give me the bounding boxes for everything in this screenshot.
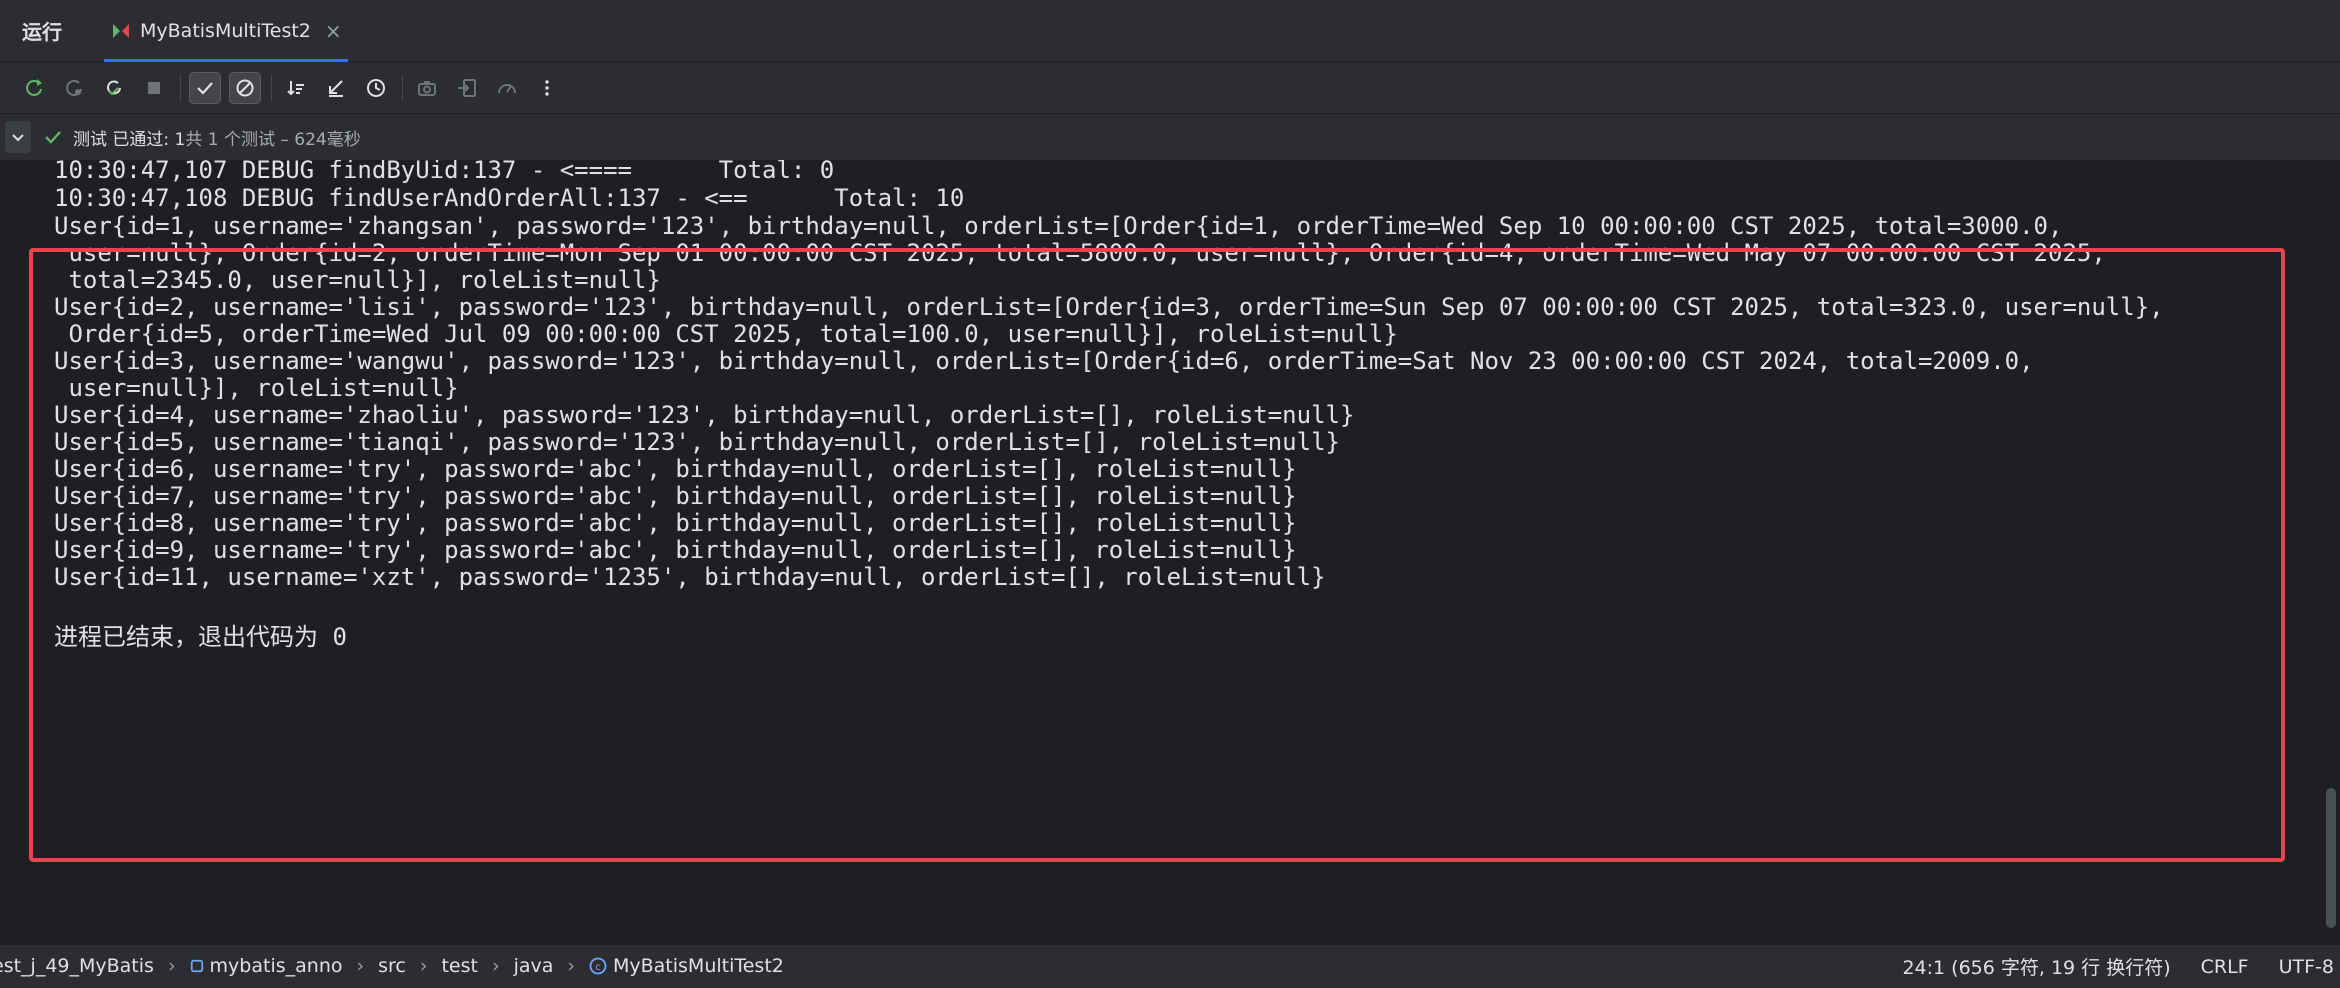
- status-bar-right: 24:1 (656 字符, 19 行 换行符) CRLF UTF-8: [1872, 945, 2340, 988]
- toggle-auto-test-button[interactable]: [98, 72, 130, 104]
- console-output[interactable]: 10:30:47,107 DEBUG findByUid:137 - <====…: [0, 160, 2340, 944]
- class-icon: c: [589, 957, 607, 975]
- rerun-failed-icon: [66, 79, 82, 96]
- check-icon: [197, 81, 213, 95]
- test-status-row: 测试 已通过: 1共 1 个测试 – 624毫秒: [0, 114, 2340, 160]
- rerun-icon: [26, 78, 42, 96]
- breadcrumb-item[interactable]: mybatis_anno: [190, 955, 343, 977]
- cursor-position[interactable]: 24:1 (656 字符, 19 行 换行符): [1902, 953, 2170, 980]
- passed-check-icon: [45, 131, 61, 144]
- import-tests-button[interactable]: [451, 72, 483, 104]
- breadcrumb-label: est_j_49_MyBatis: [0, 955, 154, 977]
- clock-icon: [367, 78, 385, 97]
- file-encoding[interactable]: UTF-8: [2279, 956, 2334, 978]
- rerun-button[interactable]: [18, 72, 50, 104]
- show-passed-toggle[interactable]: [189, 71, 221, 104]
- screenshot-button[interactable]: [411, 72, 443, 104]
- import-icon: [458, 78, 476, 97]
- more-options-button[interactable]: [531, 72, 563, 104]
- breadcrumb-separator: ›: [419, 955, 428, 977]
- collapse-all-button[interactable]: [320, 72, 352, 104]
- collapse-icon: [329, 79, 343, 97]
- tool-window-header: 运行 MyBatisMultiTest2 ×: [0, 0, 2340, 62]
- test-history-button[interactable]: [360, 72, 392, 104]
- svg-text:c: c: [595, 962, 601, 973]
- breadcrumb-label: mybatis_anno: [209, 955, 343, 977]
- tool-window-title[interactable]: 运行: [22, 16, 62, 45]
- run-config-icon: [110, 20, 132, 42]
- show-ignored-toggle[interactable]: [229, 71, 261, 104]
- breadcrumb-separator: ›: [567, 955, 575, 977]
- tab-run-config[interactable]: MyBatisMultiTest2 ×: [104, 0, 348, 62]
- breadcrumb-label: java: [513, 955, 554, 977]
- console-line: 10:30:47,108 DEBUG findUserAndOrderAll:1…: [54, 184, 965, 212]
- rerun-failed-button[interactable]: [58, 72, 90, 104]
- stop-icon: [148, 81, 160, 94]
- more-vertical-icon: [545, 79, 549, 96]
- test-passed-label: 测试 已通过: 1: [73, 129, 186, 150]
- breadcrumb-item[interactable]: src: [378, 955, 406, 977]
- console-line: 10:30:47,107 DEBUG findByUid:137 - <====…: [54, 160, 835, 184]
- console-scrollbar[interactable]: [2326, 788, 2336, 928]
- breadcrumb-separator: ›: [356, 955, 365, 977]
- test-summary-detail: 共 1 个测试 – 624毫秒: [185, 129, 361, 150]
- gauge-icon: [498, 83, 516, 93]
- coverage-button[interactable]: [491, 72, 523, 104]
- breadcrumb-item[interactable]: java: [514, 955, 554, 977]
- close-icon[interactable]: ×: [325, 19, 342, 43]
- tab-label: MyBatisMultiTest2: [140, 19, 311, 42]
- toolbar-separator: [180, 74, 181, 101]
- chevron-down-icon: [12, 134, 24, 142]
- run-toolbar: [0, 62, 2340, 114]
- breadcrumb-label: MyBatisMultiTest2: [612, 955, 784, 977]
- breadcrumb-separator: ›: [491, 955, 500, 977]
- toolbar-separator: [271, 74, 272, 101]
- navigation-bar: est_j_49_MyBatis › mybatis_anno › src › test › j…: [0, 944, 2340, 987]
- ignored-icon: [236, 79, 254, 96]
- module-icon: [190, 959, 204, 973]
- stop-button[interactable]: [138, 72, 170, 104]
- line-ending[interactable]: CRLF: [2201, 956, 2249, 978]
- breadcrumb-item[interactable]: test: [441, 955, 478, 977]
- breadcrumb-label: test: [441, 955, 478, 977]
- sort-button[interactable]: [280, 72, 312, 104]
- console-line: User{id=1, username='zhangsan', password…: [54, 212, 2063, 240]
- breadcrumb-item[interactable]: c MyBatisMultiTest2: [589, 955, 784, 977]
- auto-rerun-icon: [107, 80, 121, 95]
- expand-tree-button[interactable]: [5, 121, 31, 153]
- sort-icon: [287, 80, 304, 95]
- breadcrumb-label: src: [378, 955, 406, 977]
- breadcrumb-separator: ›: [167, 955, 176, 977]
- toolbar-separator: [402, 74, 403, 101]
- highlight-annotation-box: [29, 248, 2285, 862]
- breadcrumb-item[interactable]: est_j_49_MyBatis: [0, 955, 154, 977]
- camera-icon: [418, 80, 436, 96]
- breadcrumb: est_j_49_MyBatis › mybatis_anno › src › test › j…: [0, 955, 784, 977]
